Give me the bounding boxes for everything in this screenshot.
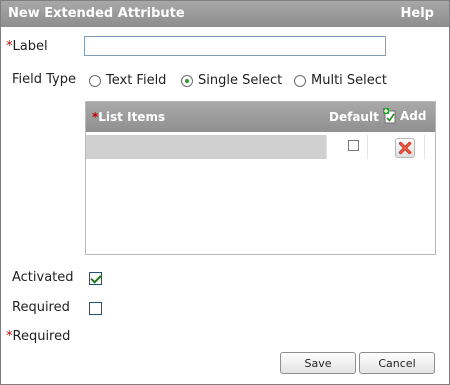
label-input[interactable] — [84, 36, 386, 56]
cancel-button[interactable]: Cancel — [359, 352, 435, 374]
add-list-item-button[interactable]: Add — [383, 108, 426, 124]
list-item-default-checkbox[interactable] — [348, 140, 359, 151]
radio-single-select[interactable]: Single Select — [181, 73, 282, 88]
required-note: *Required — [6, 329, 70, 344]
radio-label-single-select: Single Select — [198, 73, 283, 88]
label-field-label: *Label — [6, 39, 48, 54]
list-items-heading: *List Items — [92, 110, 165, 124]
field-type-label: Field Type — [12, 72, 76, 87]
dialog-title: New Extended Attribute — [8, 6, 185, 21]
help-link[interactable]: Help — [401, 6, 434, 21]
list-item-delete-cell — [367, 135, 425, 159]
delete-list-item-button[interactable] — [395, 138, 415, 158]
delete-x-icon — [398, 141, 412, 155]
radio-text-field[interactable]: Text Field — [89, 73, 166, 88]
radio-label-text-field: Text Field — [106, 73, 167, 88]
list-item-default-cell — [326, 135, 367, 159]
activated-checkbox[interactable] — [89, 272, 102, 285]
radio-button-selected[interactable] — [181, 74, 193, 87]
required-note-text: Required — [12, 329, 71, 344]
list-items-header: *List Items Default Add — [86, 102, 435, 132]
activated-label: Activated — [12, 270, 74, 285]
list-item-row — [86, 135, 435, 159]
list-item-value-field[interactable] — [86, 135, 326, 159]
required-label: Required — [12, 300, 70, 315]
dialog-titlebar: New Extended Attribute Help — [1, 1, 449, 27]
new-extended-attribute-dialog: New Extended Attribute Help *Label Field… — [0, 0, 450, 385]
radio-button[interactable] — [89, 74, 101, 87]
radio-label-multi-select: Multi Select — [311, 73, 388, 88]
required-checkbox[interactable] — [89, 302, 102, 315]
default-column-heading: Default — [329, 110, 379, 124]
save-button[interactable]: Save — [280, 352, 356, 374]
label-text: Label — [12, 39, 48, 54]
list-items-panel: *List Items Default Add — [85, 101, 436, 255]
add-label: Add — [400, 109, 427, 123]
list-items-heading-text: List Items — [98, 110, 166, 124]
radio-multi-select[interactable]: Multi Select — [294, 73, 387, 88]
add-document-icon — [383, 108, 396, 124]
radio-button[interactable] — [294, 74, 306, 87]
